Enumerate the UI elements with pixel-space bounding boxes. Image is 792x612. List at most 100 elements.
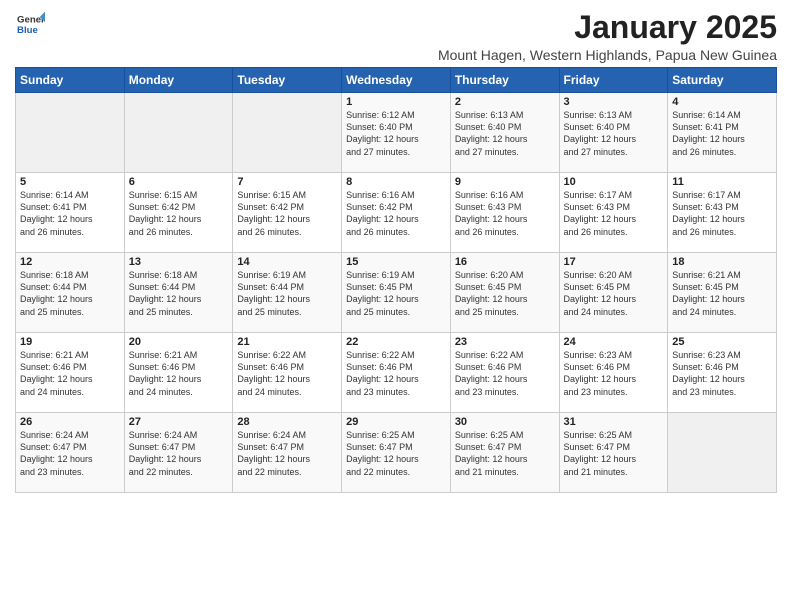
day-number: 7 (237, 176, 337, 188)
day-info: Sunrise: 6:21 AM Sunset: 6:46 PM Dayligh… (129, 349, 229, 398)
day-info: Sunrise: 6:20 AM Sunset: 6:45 PM Dayligh… (564, 269, 664, 318)
day-info: Sunrise: 6:25 AM Sunset: 6:47 PM Dayligh… (564, 429, 664, 478)
calendar-title: January 2025 (438, 10, 777, 45)
day-info: Sunrise: 6:16 AM Sunset: 6:42 PM Dayligh… (346, 189, 446, 238)
calendar-cell: 12Sunrise: 6:18 AM Sunset: 6:44 PM Dayli… (16, 253, 125, 333)
day-number: 29 (346, 416, 446, 428)
calendar-cell: 11Sunrise: 6:17 AM Sunset: 6:43 PM Dayli… (668, 173, 777, 253)
day-number: 2 (455, 96, 555, 108)
calendar-cell (124, 93, 233, 173)
day-number: 17 (564, 256, 664, 268)
day-info: Sunrise: 6:24 AM Sunset: 6:47 PM Dayligh… (20, 429, 120, 478)
day-info: Sunrise: 6:25 AM Sunset: 6:47 PM Dayligh… (455, 429, 555, 478)
svg-text:Blue: Blue (17, 25, 38, 36)
calendar-cell: 2Sunrise: 6:13 AM Sunset: 6:40 PM Daylig… (450, 93, 559, 173)
day-info: Sunrise: 6:14 AM Sunset: 6:41 PM Dayligh… (20, 189, 120, 238)
day-number: 22 (346, 336, 446, 348)
day-info: Sunrise: 6:23 AM Sunset: 6:46 PM Dayligh… (672, 349, 772, 398)
day-number: 21 (237, 336, 337, 348)
calendar-cell: 14Sunrise: 6:19 AM Sunset: 6:44 PM Dayli… (233, 253, 342, 333)
calendar-cell: 15Sunrise: 6:19 AM Sunset: 6:45 PM Dayli… (342, 253, 451, 333)
day-header-thursday: Thursday (450, 68, 559, 93)
calendar-cell: 9Sunrise: 6:16 AM Sunset: 6:43 PM Daylig… (450, 173, 559, 253)
calendar-cell (16, 93, 125, 173)
day-number: 8 (346, 176, 446, 188)
day-info: Sunrise: 6:17 AM Sunset: 6:43 PM Dayligh… (672, 189, 772, 238)
logo-icon: General Blue (17, 10, 45, 38)
day-number: 15 (346, 256, 446, 268)
day-info: Sunrise: 6:18 AM Sunset: 6:44 PM Dayligh… (129, 269, 229, 318)
day-number: 25 (672, 336, 772, 348)
calendar-cell: 1Sunrise: 6:12 AM Sunset: 6:40 PM Daylig… (342, 93, 451, 173)
logo: General Blue (15, 10, 45, 43)
day-number: 30 (455, 416, 555, 428)
day-header-sunday: Sunday (16, 68, 125, 93)
calendar-cell: 22Sunrise: 6:22 AM Sunset: 6:46 PM Dayli… (342, 333, 451, 413)
calendar-cell: 7Sunrise: 6:15 AM Sunset: 6:42 PM Daylig… (233, 173, 342, 253)
calendar-cell: 24Sunrise: 6:23 AM Sunset: 6:46 PM Dayli… (559, 333, 668, 413)
day-number: 1 (346, 96, 446, 108)
day-info: Sunrise: 6:24 AM Sunset: 6:47 PM Dayligh… (237, 429, 337, 478)
calendar-cell: 10Sunrise: 6:17 AM Sunset: 6:43 PM Dayli… (559, 173, 668, 253)
day-info: Sunrise: 6:17 AM Sunset: 6:43 PM Dayligh… (564, 189, 664, 238)
day-number: 3 (564, 96, 664, 108)
day-number: 9 (455, 176, 555, 188)
calendar-cell: 18Sunrise: 6:21 AM Sunset: 6:45 PM Dayli… (668, 253, 777, 333)
day-info: Sunrise: 6:25 AM Sunset: 6:47 PM Dayligh… (346, 429, 446, 478)
day-info: Sunrise: 6:15 AM Sunset: 6:42 PM Dayligh… (129, 189, 229, 238)
day-info: Sunrise: 6:12 AM Sunset: 6:40 PM Dayligh… (346, 109, 446, 158)
day-info: Sunrise: 6:19 AM Sunset: 6:44 PM Dayligh… (237, 269, 337, 318)
calendar-cell: 17Sunrise: 6:20 AM Sunset: 6:45 PM Dayli… (559, 253, 668, 333)
day-header-tuesday: Tuesday (233, 68, 342, 93)
day-number: 19 (20, 336, 120, 348)
day-number: 6 (129, 176, 229, 188)
day-number: 31 (564, 416, 664, 428)
day-info: Sunrise: 6:15 AM Sunset: 6:42 PM Dayligh… (237, 189, 337, 238)
calendar-table: SundayMondayTuesdayWednesdayThursdayFrid… (15, 67, 777, 493)
day-info: Sunrise: 6:23 AM Sunset: 6:46 PM Dayligh… (564, 349, 664, 398)
calendar-cell: 28Sunrise: 6:24 AM Sunset: 6:47 PM Dayli… (233, 413, 342, 493)
calendar-cell: 31Sunrise: 6:25 AM Sunset: 6:47 PM Dayli… (559, 413, 668, 493)
calendar-cell: 8Sunrise: 6:16 AM Sunset: 6:42 PM Daylig… (342, 173, 451, 253)
day-number: 12 (20, 256, 120, 268)
svg-text:General: General (17, 14, 45, 25)
day-header-wednesday: Wednesday (342, 68, 451, 93)
day-info: Sunrise: 6:19 AM Sunset: 6:45 PM Dayligh… (346, 269, 446, 318)
day-number: 11 (672, 176, 772, 188)
day-number: 13 (129, 256, 229, 268)
day-number: 28 (237, 416, 337, 428)
day-info: Sunrise: 6:22 AM Sunset: 6:46 PM Dayligh… (346, 349, 446, 398)
day-header-saturday: Saturday (668, 68, 777, 93)
day-number: 4 (672, 96, 772, 108)
calendar-cell: 30Sunrise: 6:25 AM Sunset: 6:47 PM Dayli… (450, 413, 559, 493)
day-number: 16 (455, 256, 555, 268)
day-info: Sunrise: 6:14 AM Sunset: 6:41 PM Dayligh… (672, 109, 772, 158)
day-info: Sunrise: 6:22 AM Sunset: 6:46 PM Dayligh… (455, 349, 555, 398)
calendar-cell (668, 413, 777, 493)
day-number: 5 (20, 176, 120, 188)
day-info: Sunrise: 6:24 AM Sunset: 6:47 PM Dayligh… (129, 429, 229, 478)
day-info: Sunrise: 6:20 AM Sunset: 6:45 PM Dayligh… (455, 269, 555, 318)
calendar-subtitle: Mount Hagen, Western Highlands, Papua Ne… (438, 47, 777, 63)
day-number: 26 (20, 416, 120, 428)
day-header-friday: Friday (559, 68, 668, 93)
calendar-cell: 16Sunrise: 6:20 AM Sunset: 6:45 PM Dayli… (450, 253, 559, 333)
day-info: Sunrise: 6:21 AM Sunset: 6:46 PM Dayligh… (20, 349, 120, 398)
calendar-cell (233, 93, 342, 173)
calendar-cell: 3Sunrise: 6:13 AM Sunset: 6:40 PM Daylig… (559, 93, 668, 173)
day-header-monday: Monday (124, 68, 233, 93)
calendar-cell: 29Sunrise: 6:25 AM Sunset: 6:47 PM Dayli… (342, 413, 451, 493)
day-info: Sunrise: 6:22 AM Sunset: 6:46 PM Dayligh… (237, 349, 337, 398)
calendar-cell: 21Sunrise: 6:22 AM Sunset: 6:46 PM Dayli… (233, 333, 342, 413)
day-info: Sunrise: 6:16 AM Sunset: 6:43 PM Dayligh… (455, 189, 555, 238)
calendar-cell: 5Sunrise: 6:14 AM Sunset: 6:41 PM Daylig… (16, 173, 125, 253)
day-info: Sunrise: 6:13 AM Sunset: 6:40 PM Dayligh… (564, 109, 664, 158)
day-number: 27 (129, 416, 229, 428)
day-number: 10 (564, 176, 664, 188)
calendar-cell: 19Sunrise: 6:21 AM Sunset: 6:46 PM Dayli… (16, 333, 125, 413)
calendar-cell: 23Sunrise: 6:22 AM Sunset: 6:46 PM Dayli… (450, 333, 559, 413)
day-info: Sunrise: 6:21 AM Sunset: 6:45 PM Dayligh… (672, 269, 772, 318)
calendar-cell: 6Sunrise: 6:15 AM Sunset: 6:42 PM Daylig… (124, 173, 233, 253)
day-number: 24 (564, 336, 664, 348)
day-number: 20 (129, 336, 229, 348)
